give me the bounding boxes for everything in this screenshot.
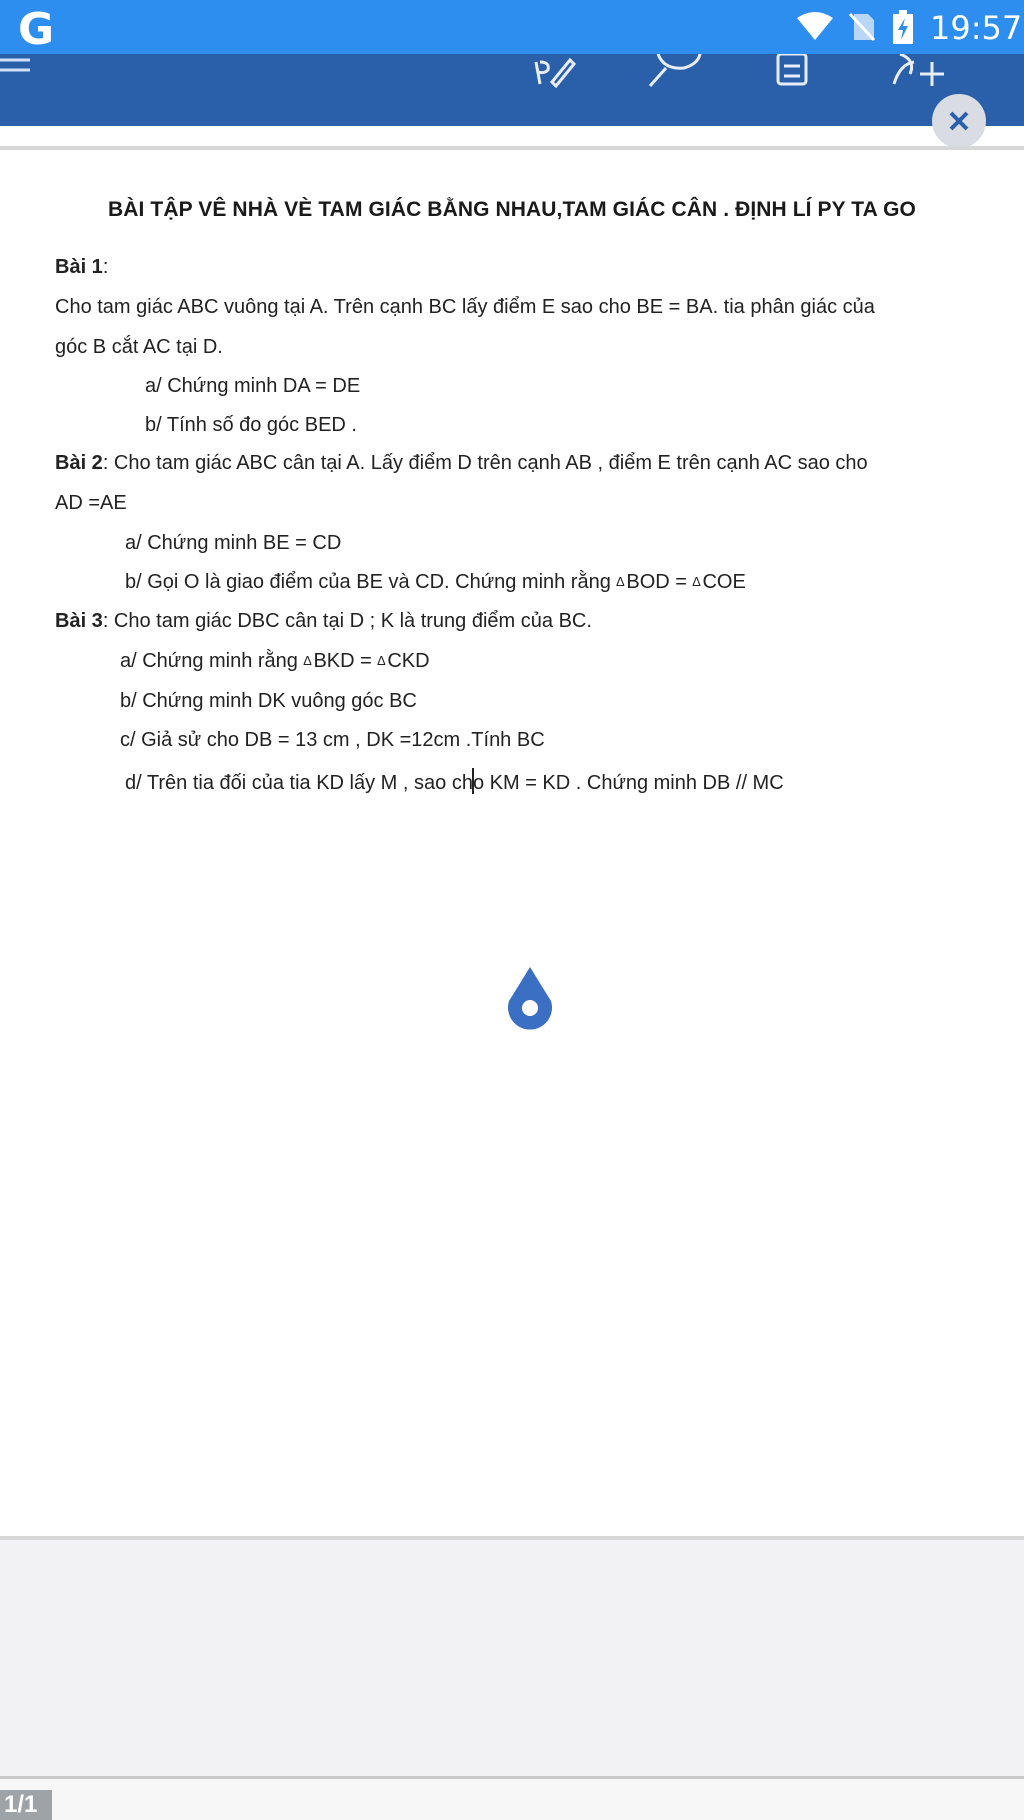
selection-handle-icon[interactable] [503, 965, 557, 1033]
bai3-line1: Bài 3: Cho tam giác DBC cân tại D ; K là… [55, 610, 592, 633]
bai2-part-b-tri2: COE [702, 571, 746, 593]
bai1-colon: : [102, 256, 109, 278]
close-icon [949, 111, 969, 131]
bai3-part-a: a/ Chứng minh rằng ∆ BKD = ∆ CKD [120, 650, 430, 673]
bai2-line1: Bài 2: Cho tam giác ABC cân tại A. Lấy đ… [55, 452, 868, 475]
document-title: BÀI TẬP VÊ NHÀ VÈ TAM GIÁC BẰNG NHAU,TAM… [108, 198, 916, 221]
close-button[interactable] [932, 94, 986, 148]
bai3-part-d-before: d/ Trên tia đối của tia KD lấy M , sao c… [125, 772, 473, 794]
bai2-part-b-text: b/ Gọi O là giao điểm của BE và CD. Chứn… [125, 571, 611, 593]
search-icon[interactable] [644, 54, 704, 90]
bai2-part-b: b/ Gọi O là giao điểm của BE và CD. Chứn… [125, 571, 746, 594]
bai3-part-c: c/ Giả sử cho DB = 13 cm , DK =12cm .Tín… [120, 729, 545, 751]
edit-pen-icon[interactable] [530, 54, 578, 90]
bai1-text2: góc B cắt AC tại D. [55, 336, 223, 358]
clock-time: 19:57 [930, 9, 1023, 47]
page-indicator: 1/1 [0, 1790, 52, 1820]
page-gap [0, 1540, 1024, 1778]
app-toolbar [0, 54, 1024, 126]
bai1-part-b: b/ Tính số đo góc BED . [145, 414, 357, 436]
bai3-part-d-after: o KM = KD . Chứng minh DB // MC [472, 772, 784, 794]
wifi-icon [797, 12, 833, 40]
bai3-text1: : Cho tam giác DBC cân tại D ; K là trun… [102, 610, 592, 632]
bai2-part-b-tri1: BOD = [626, 571, 693, 593]
triangle-symbol: ∆ [692, 574, 701, 589]
bai1-heading: Bài 1 [55, 256, 103, 278]
bai2-part-a: a/ Chứng minh BE = CD [125, 532, 342, 554]
google-app-icon: G [18, 4, 55, 55]
bai3-part-b: b/ Chứng minh DK vuông góc BC [120, 690, 417, 712]
menu-icon[interactable] [0, 54, 36, 84]
bai3-part-d: d/ Trên tia đối của tia KD lấy M , sao c… [125, 768, 784, 795]
status-bar: G 19:57 [0, 0, 1024, 55]
bai2-text2: AD =AE [55, 492, 127, 514]
bai2-heading: Bài 2 [55, 452, 103, 474]
battery-charging-icon [893, 10, 913, 44]
bottom-bar [0, 1779, 1024, 1820]
bai2-text1: : Cho tam giác ABC cân tại A. Lấy điểm D… [102, 452, 868, 474]
document-icon[interactable] [774, 54, 814, 90]
bai3-heading: Bài 3 [55, 610, 103, 632]
bai1-text1: Cho tam giác ABC vuông tại A. Trên cạnh … [55, 296, 875, 318]
triangle-symbol: ∆ [616, 574, 625, 589]
bai3-part-a-tri1: BKD = [313, 650, 378, 672]
triangle-symbol: ∆ [303, 653, 312, 668]
bai1-part-a: a/ Chứng minh DA = DE [145, 375, 361, 397]
triangle-symbol: ∆ [377, 653, 386, 668]
bai1-heading-line: Bài 1: [55, 256, 108, 279]
no-sim-icon [848, 12, 876, 42]
add-person-icon[interactable] [890, 54, 950, 90]
bai3-part-a-tri2: CKD [387, 650, 430, 672]
bai3-part-a-text: a/ Chứng minh rằng [120, 650, 298, 672]
document-page[interactable]: BÀI TẬP VÊ NHÀ VÈ TAM GIÁC BẰNG NHAU,TAM… [0, 150, 1024, 1536]
